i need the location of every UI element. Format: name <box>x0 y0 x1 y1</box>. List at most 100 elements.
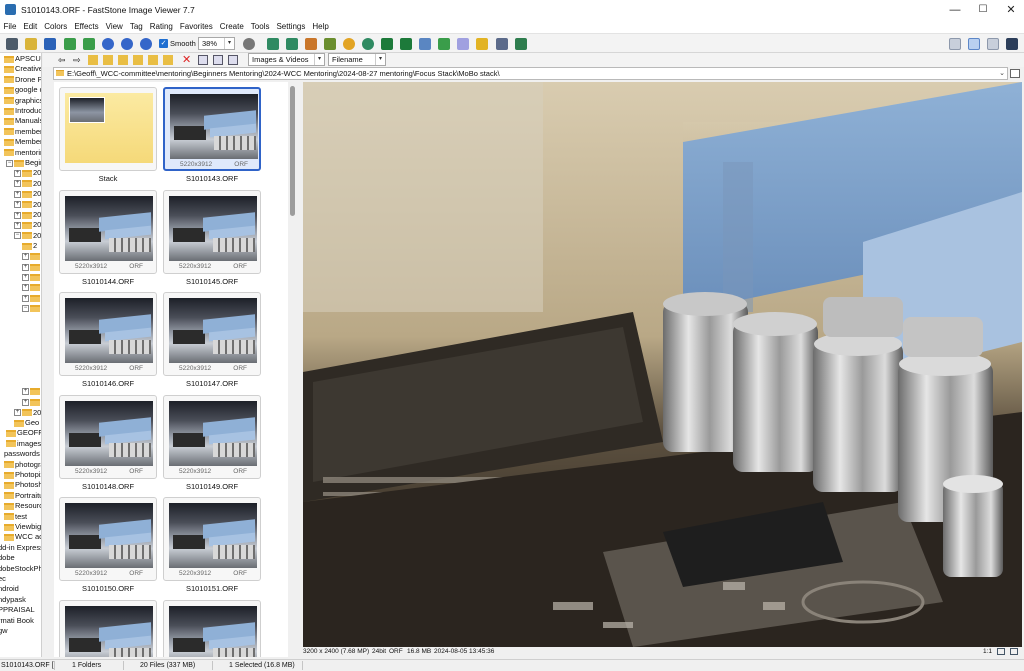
tree-item[interactable]: photograph <box>4 460 41 470</box>
menu-tools[interactable]: Tools <box>247 22 273 31</box>
tree-item[interactable]: +2 <box>22 262 41 272</box>
expand-icon[interactable]: + <box>22 388 29 396</box>
tree-item[interactable]: − Beginne <box>6 158 41 168</box>
tree-item[interactable]: gw <box>0 626 8 636</box>
tree-item[interactable]: Viewbig cha <box>4 522 41 532</box>
path-field[interactable]: E:\Geoff\_WCC-committee\mentoring\Beginn… <box>53 67 1008 80</box>
copy-to-icon[interactable] <box>133 55 143 65</box>
history-icon[interactable] <box>1010 69 1020 78</box>
save-icon[interactable] <box>44 38 56 50</box>
tree-item[interactable]: Geo <box>14 418 39 428</box>
wallpaper-icon[interactable] <box>515 38 527 50</box>
tree-item[interactable]: mentoring <box>4 148 41 158</box>
tree-item[interactable]: Resources.v <box>4 501 41 511</box>
user-icon[interactable] <box>362 38 374 50</box>
view-list-icon[interactable] <box>213 55 223 65</box>
tree-item[interactable]: dobeStockPh <box>0 564 41 574</box>
tree-item[interactable]: +2 <box>22 272 41 282</box>
new-folder-icon[interactable] <box>118 55 128 65</box>
tree-item[interactable]: +2023 <box>14 200 41 210</box>
tree-item[interactable]: Photopix <box>4 470 41 480</box>
image-preview[interactable] <box>303 82 1022 647</box>
expand-icon[interactable]: + <box>14 201 21 209</box>
expand-icon[interactable]: + <box>14 211 21 219</box>
menu-effects[interactable]: Effects <box>71 22 102 31</box>
expand-icon[interactable]: + <box>14 190 21 198</box>
tree-item[interactable]: − 2024 <box>14 231 41 241</box>
crop-icon[interactable] <box>267 38 279 50</box>
thumbnail[interactable]: 5220x3912 ORF S1010148.ORF <box>58 394 158 497</box>
actual-size-icon[interactable] <box>140 38 152 50</box>
menu-colors[interactable]: Colors <box>41 22 71 31</box>
tree-item[interactable]: WCC activit <box>4 532 41 542</box>
thumbnail[interactable]: 5220x3912 ORF S1010144.ORF <box>58 189 158 292</box>
color-adjust-icon[interactable] <box>305 38 317 50</box>
sort-combo[interactable]: Filename ▾ <box>328 53 386 66</box>
thumbnail-folder[interactable]: Stack <box>58 87 158 189</box>
thumbnail[interactable]: 5220x3912 ORF S1010143.ORF <box>162 87 262 189</box>
tree-item[interactable]: ec <box>0 574 6 584</box>
menu-favorites[interactable]: Favorites <box>176 22 216 31</box>
tree-item[interactable]: passwords <box>4 449 40 459</box>
fullscreen-icon[interactable] <box>1006 38 1018 50</box>
email-icon[interactable] <box>476 38 488 50</box>
thumbnail[interactable] <box>58 599 158 657</box>
tree-item[interactable]: google driv <box>4 85 41 95</box>
zoom-out-icon[interactable] <box>121 38 133 50</box>
tree-item[interactable]: +2021 <box>14 168 41 178</box>
tree-item[interactable]: test <box>4 512 27 522</box>
expand-icon[interactable]: + <box>22 263 29 271</box>
collapse-icon[interactable]: − <box>6 159 13 167</box>
back-icon[interactable]: ⇦ <box>58 55 68 65</box>
menu-help[interactable]: Help <box>309 22 332 31</box>
folder-up-icon[interactable] <box>88 55 98 65</box>
full-screen-icon[interactable] <box>1010 648 1018 655</box>
effects-icon[interactable] <box>324 38 336 50</box>
move-to-icon[interactable] <box>148 55 158 65</box>
tree-item[interactable]: images <box>6 439 41 449</box>
expand-icon[interactable]: + <box>14 409 21 417</box>
thumbnail-pane[interactable]: Stack 5220x3912 ORF S1010143.ORF 5220x3912 OR… <box>54 82 297 657</box>
resize-icon[interactable] <box>286 38 298 50</box>
tree-item[interactable]: ndroid <box>0 584 19 594</box>
tree-item[interactable]: +2025 <box>14 408 41 418</box>
thumbnail[interactable]: 5220x3912 ORF S1010149.ORF <box>162 394 262 497</box>
draw-icon[interactable] <box>457 38 469 50</box>
tree-item[interactable]: Manuals an <box>4 116 41 126</box>
expand-icon[interactable]: + <box>22 284 29 292</box>
expand-icon[interactable]: + <box>22 273 29 281</box>
menu-settings[interactable]: Settings <box>273 22 309 31</box>
open-camera-icon[interactable] <box>6 38 18 50</box>
compare-icon[interactable] <box>419 38 431 50</box>
tree-item[interactable]: dobe <box>0 553 15 563</box>
rotate-right-icon[interactable] <box>400 38 412 50</box>
open-folder-icon[interactable] <box>25 38 37 50</box>
expand-icon[interactable]: + <box>14 169 21 177</box>
view-thumbs-icon[interactable] <box>198 55 208 65</box>
thumbnail[interactable]: 5220x3912 ORF S1010150.ORF <box>58 497 158 599</box>
tree-item[interactable]: graphics <box>4 96 41 106</box>
view-details-icon[interactable] <box>228 55 238 65</box>
collapse-icon[interactable]: − <box>14 232 21 240</box>
tree-item[interactable]: Creative - C <box>4 64 41 74</box>
tree-item[interactable]: +2023 <box>14 189 41 199</box>
export-icon[interactable] <box>64 38 76 50</box>
tree-item[interactable]: +2023 <box>14 220 41 230</box>
chevron-down-icon[interactable]: ⌄ <box>999 68 1005 79</box>
fit-icon[interactable] <box>83 38 95 50</box>
layout-thumbs-preview-icon[interactable] <box>968 38 980 50</box>
tree-item[interactable]: PPRAISAL <box>0 605 35 615</box>
menu-view[interactable]: View <box>102 22 126 31</box>
tree-item[interactable]: Introductor <box>4 106 41 116</box>
expand-icon[interactable]: + <box>14 180 21 188</box>
rename-icon[interactable] <box>163 55 173 65</box>
tree-item[interactable]: ndypask <box>0 595 26 605</box>
tree-item[interactable]: APSCUP201 <box>4 54 41 64</box>
fit-window-icon[interactable] <box>997 648 1005 655</box>
tree-item[interactable]: rmati Book <box>0 616 34 626</box>
tree-item[interactable]: dd-in Express <box>0 543 41 553</box>
thumbnail[interactable]: 5220x3912 ORF S1010147.ORF <box>162 292 262 394</box>
rotate-left-icon[interactable] <box>381 38 393 50</box>
tree-item[interactable]: Photoshop <box>4 480 41 490</box>
thumbnail[interactable]: 5220x3912 ORF S1010151.ORF <box>162 497 262 599</box>
